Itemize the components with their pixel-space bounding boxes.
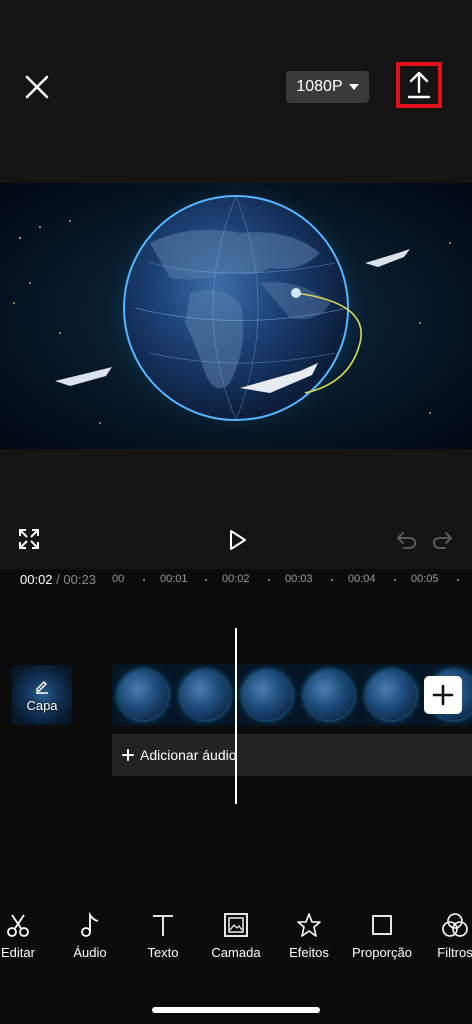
tool-efeitos[interactable]: Efeitos [274,912,344,960]
tool-label: Proporção [352,945,412,960]
tool-texto[interactable]: Texto [128,912,198,960]
fullscreen-icon [19,529,39,549]
current-time: 00:02 [20,572,53,587]
ruler-tick: 00:03 [285,573,313,585]
tool-filtros[interactable]: Filtros [420,912,472,960]
tool-label: Filtros [437,945,472,960]
clip-thumbnail [112,664,174,726]
close-button[interactable] [22,72,52,102]
add-audio-button[interactable]: Adicionar áudio [112,734,472,776]
resolution-dropdown[interactable]: 1080P [286,71,369,103]
tool-audio[interactable]: Áudio [55,912,125,960]
ruler-tick: 00:04 [348,573,376,585]
plus-icon [122,749,134,761]
tool-camada[interactable]: Camada [201,912,271,960]
cover-button[interactable]: Capa [12,665,72,725]
plus-icon [432,684,454,706]
scissors-icon [7,914,29,937]
redo-icon [433,532,452,549]
tool-label: Texto [147,945,179,960]
ruler-tick: 00:02 [222,573,250,585]
tool-label: Camada [211,945,261,960]
ruler-tick: 00:05 [411,573,439,585]
add-audio-label: Adicionar áudio [140,747,237,763]
home-indicator[interactable] [152,1007,320,1013]
ruler-tick: 00 [112,573,125,585]
tool-label: Áudio [73,945,107,960]
close-icon [25,75,49,99]
undo-icon [397,532,416,549]
filters-icon [442,913,468,937]
upload-icon [407,71,431,99]
undo-button[interactable] [394,528,418,552]
square-icon [372,915,392,935]
cover-label: Capa [26,697,58,713]
tool-editar[interactable]: Editar [0,912,53,960]
star-icon [297,913,321,937]
pencil-icon [36,680,48,694]
playhead[interactable] [235,628,237,804]
text-icon [153,915,173,936]
music-note-icon [81,912,99,937]
earth-preview-image [13,183,451,436]
clip-thumbnail [174,664,236,726]
tool-proporcao[interactable]: Proporção [347,912,417,960]
resolution-label: 1080P [296,78,343,95]
add-clip-button[interactable] [424,676,462,714]
play-icon [230,530,246,550]
bottom-toolbar: Editar Áudio Texto Camada Efeitos Propor… [0,912,472,972]
tool-label: Editar [1,945,35,960]
clip-thumbnail [298,664,360,726]
ruler-tick: 00:01 [160,573,188,585]
redo-button[interactable] [431,528,455,552]
timecode: 00:02 / 00:23 [20,572,100,587]
clip-thumbnail [236,664,298,726]
fullscreen-button[interactable] [18,528,40,550]
video-clip[interactable] [112,664,472,726]
time-separator: / [56,572,60,587]
tool-label: Efeitos [289,945,329,960]
export-button[interactable] [396,62,442,108]
play-button[interactable] [225,528,249,552]
caret-down-icon [348,84,359,90]
total-time: 00:23 [63,572,96,587]
video-preview[interactable] [0,183,472,449]
clip-thumbnail [360,664,422,726]
layer-icon [224,913,248,937]
